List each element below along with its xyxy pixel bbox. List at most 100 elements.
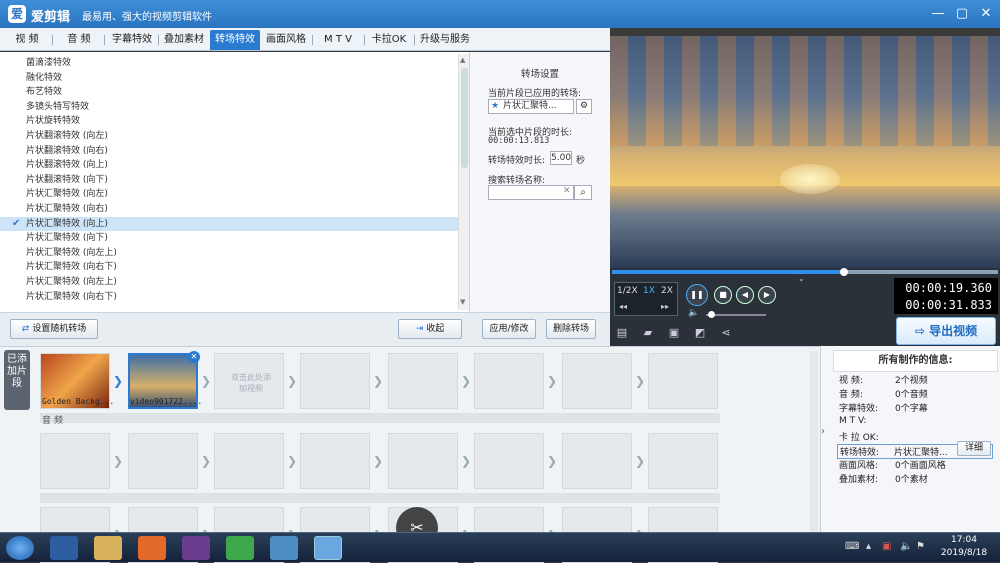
tab-overlay-material[interactable]: 叠加素材	[160, 30, 208, 50]
effect-item[interactable]: 片状翻滚特效 (向右)	[0, 144, 458, 159]
effect-item[interactable]: 布艺特效	[0, 85, 458, 100]
speed-2x[interactable]: 2X	[661, 286, 673, 296]
effect-item[interactable]: 片状翻滚特效 (向下)	[0, 173, 458, 188]
ijianji-taskbar-icon[interactable]	[314, 536, 342, 560]
app-logo-icon: 爱	[8, 5, 26, 23]
delete-transition-button[interactable]: 删除转场	[546, 319, 596, 339]
remove-clip-icon[interactable]: ✕	[188, 351, 200, 363]
tray-arrow-icon[interactable]: ▴	[866, 541, 871, 552]
previous-frame-icon[interactable]: ◀	[736, 286, 754, 304]
effect-item[interactable]: 片状汇聚特效 (向左上)	[0, 246, 458, 261]
tab-video[interactable]: 视 频	[4, 30, 50, 50]
video-app-icon[interactable]	[182, 536, 210, 560]
minimize-button[interactable]: —	[928, 4, 948, 24]
system-clock[interactable]: 17:04 2019/8/18	[930, 534, 998, 560]
media-player-icon[interactable]	[50, 536, 78, 560]
check-icon: ✔	[12, 217, 21, 229]
video-clip-slot[interactable]	[388, 353, 458, 409]
progress-fill	[612, 270, 844, 274]
tab-transition-effects[interactable]: 转场特效	[210, 30, 260, 50]
audio-clip-slot[interactable]	[128, 433, 198, 489]
start-button-icon[interactable]	[6, 536, 34, 560]
rewind-icon[interactable]: ◂◂	[619, 302, 627, 311]
video-clip-slot[interactable]: 双击此处添加视频	[214, 353, 284, 409]
fast-forward-icon[interactable]: ▸▸	[661, 302, 669, 311]
audio-clip-slot[interactable]	[474, 433, 544, 489]
tab-picture-style[interactable]: 画面风格	[262, 30, 310, 50]
browser-icon[interactable]	[226, 536, 254, 560]
share-icon[interactable]: ⋖	[718, 326, 734, 340]
firefox-icon[interactable]	[138, 536, 166, 560]
next-frame-icon[interactable]: ▶	[758, 286, 776, 304]
network-icon[interactable]: ▣	[882, 541, 891, 552]
audio-clip-slot[interactable]	[214, 433, 284, 489]
expand-arrow-icon[interactable]: ›	[821, 426, 825, 437]
timeline-scrollbar[interactable]	[810, 351, 818, 531]
video-clip-slot[interactable]	[562, 353, 632, 409]
transition-settings-icon[interactable]: ⚙	[576, 99, 592, 114]
audio-clip-slot[interactable]	[648, 433, 718, 489]
scroll-thumb[interactable]	[461, 68, 468, 168]
keyboard-icon[interactable]: ⌨	[845, 541, 859, 552]
effect-item[interactable]: 多镜头特写特效	[0, 100, 458, 115]
search-icon[interactable]: ⌕	[574, 185, 592, 200]
speed-1x[interactable]: 1X	[643, 286, 655, 296]
effect-item[interactable]: 片状汇聚特效 (向右)	[0, 202, 458, 217]
new-project-icon[interactable]: ▤	[614, 326, 630, 340]
close-button[interactable]: ✕	[976, 4, 996, 24]
video-preview[interactable]	[610, 36, 1000, 268]
video-clip-slot[interactable]	[474, 353, 544, 409]
effect-item[interactable]: 片状汇聚特效 (向下)	[0, 231, 458, 246]
video-clip-slot[interactable]	[648, 353, 718, 409]
random-transition-button[interactable]: ⇄ 设置随机转场	[10, 319, 98, 339]
open-folder-icon[interactable]: ▰	[640, 326, 656, 340]
search-transition-input[interactable]	[488, 185, 574, 200]
tab-mtv[interactable]: M T V	[314, 30, 362, 50]
apply-modify-button[interactable]: 应用/修改	[482, 319, 536, 339]
effect-item[interactable]: 片状汇聚特效 (向右下)	[0, 290, 458, 305]
effect-duration-input[interactable]: 5.00	[550, 151, 572, 165]
speed-half[interactable]: 1/2X	[617, 286, 638, 296]
audio-clip-slot[interactable]	[40, 433, 110, 489]
collapse-button[interactable]: ⇥ 收起	[398, 319, 462, 339]
export-video-button[interactable]: ⇨ 导出视频	[896, 317, 996, 345]
save-as-icon[interactable]: ◩	[692, 326, 708, 340]
clear-search-icon[interactable]: ✕	[563, 186, 571, 196]
video-clip-slot[interactable]	[300, 353, 370, 409]
playback-progress-bar[interactable]	[612, 268, 998, 276]
effect-item[interactable]: 片状汇聚特效 (向右下)	[0, 260, 458, 275]
effect-item[interactable]: 融化特效	[0, 71, 458, 86]
volume-icon[interactable]: 🔈	[688, 308, 699, 318]
notes-app-icon[interactable]	[270, 536, 298, 560]
volume-knob[interactable]	[708, 311, 715, 318]
effect-item[interactable]: 片状旋转特效	[0, 114, 458, 129]
effect-item[interactable]: 片状翻滚特效 (向上)	[0, 158, 458, 173]
effect-item[interactable]: 片状汇聚特效 (向左上)	[0, 275, 458, 290]
effect-item[interactable]: ✔ 片状汇聚特效 (向上)	[0, 216, 458, 232]
scroll-down-icon[interactable]: ▼	[460, 298, 465, 306]
chevron-down-icon[interactable]: ⌄	[798, 274, 805, 283]
scroll-up-icon[interactable]: ▲	[460, 56, 465, 64]
audio-clip-slot[interactable]	[562, 433, 632, 489]
audio-clip-slot[interactable]	[388, 433, 458, 489]
info-key: 叠加素材:	[839, 475, 879, 486]
audio-clip-slot[interactable]	[300, 433, 370, 489]
file-explorer-icon[interactable]	[94, 536, 122, 560]
detail-button[interactable]: 详细	[957, 441, 991, 456]
stop-icon[interactable]: ■	[714, 286, 732, 304]
tab-upgrade-service[interactable]: 升级与服务	[416, 30, 474, 50]
volume-slider[interactable]	[706, 314, 766, 316]
effects-scrollbar[interactable]: ▲ ▼	[458, 54, 469, 310]
effect-item[interactable]: 菌滴漆特效	[0, 56, 458, 71]
progress-knob[interactable]	[839, 268, 848, 276]
volume-tray-icon[interactable]: 🔈	[900, 541, 912, 552]
tray-misc-icon[interactable]: ⚑	[916, 541, 925, 552]
maximize-button[interactable]: ▢	[952, 4, 972, 24]
tab-karaoke[interactable]: 卡拉OK	[366, 30, 412, 50]
effect-item[interactable]: 片状汇聚特效 (向左)	[0, 187, 458, 202]
save-icon[interactable]: ▣	[666, 326, 682, 340]
tab-subtitle-effects[interactable]: 字幕特效	[108, 30, 156, 50]
tab-audio[interactable]: 音 频	[56, 30, 102, 50]
effect-item[interactable]: 片状翻滚特效 (向左)	[0, 129, 458, 144]
pause-icon[interactable]: ❚❚	[686, 284, 708, 306]
